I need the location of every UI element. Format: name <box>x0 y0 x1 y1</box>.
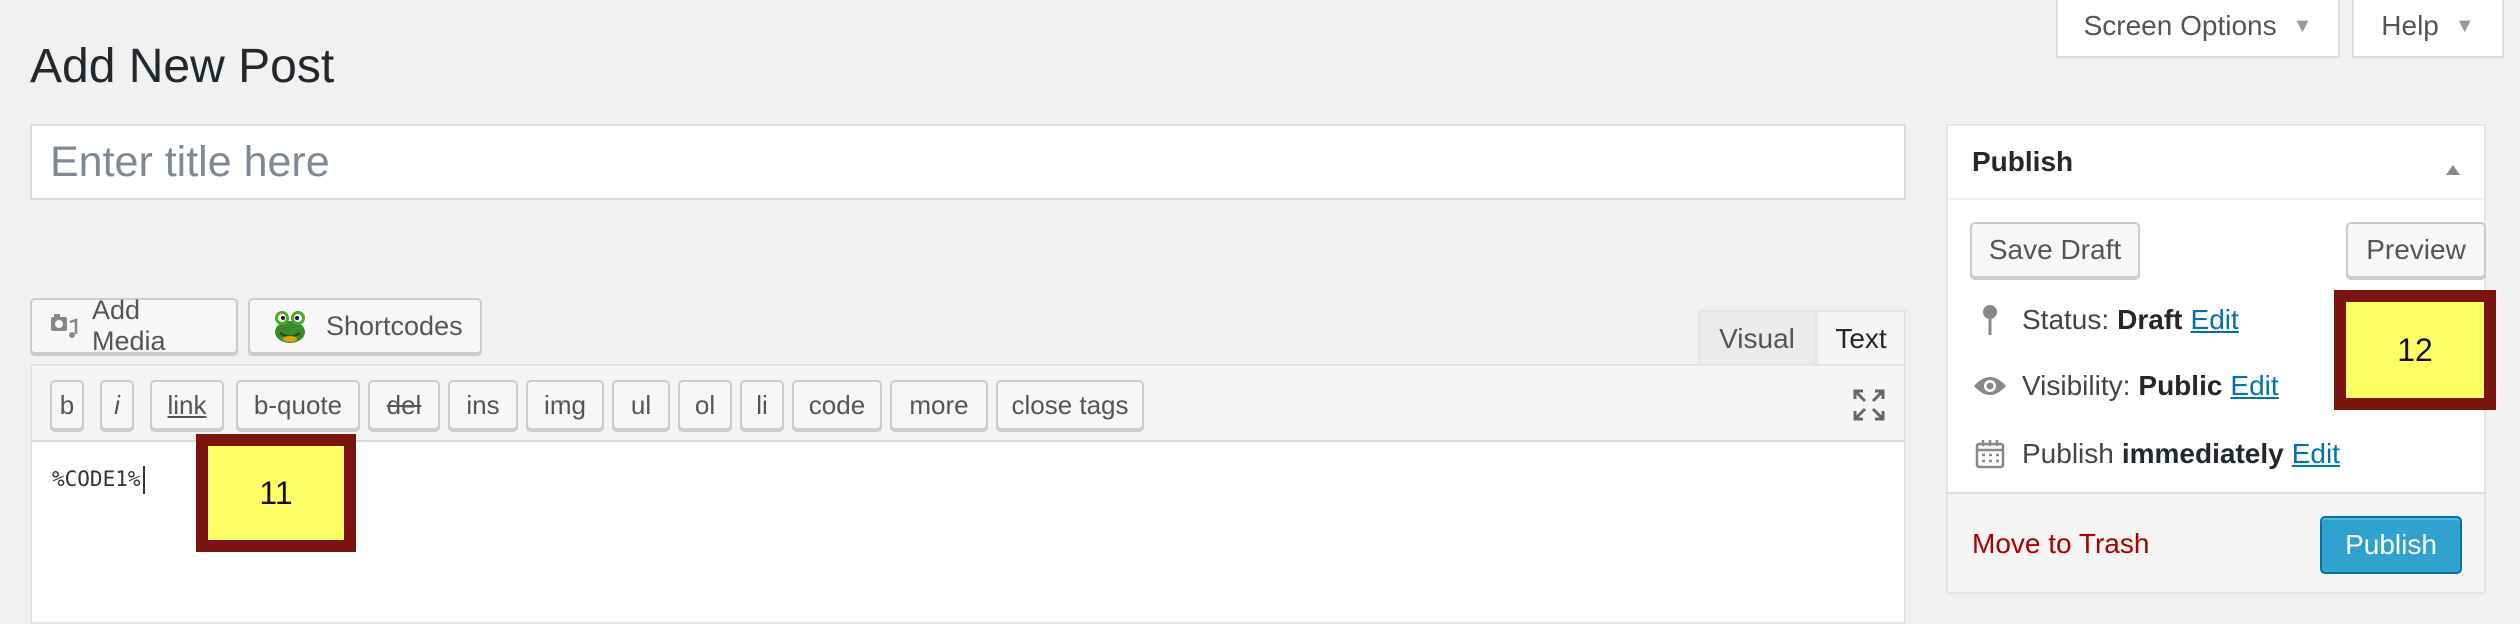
quicktag-del-button[interactable]: del <box>368 380 440 430</box>
quicktag-ol-button[interactable]: ol <box>678 380 732 430</box>
publish-box-header[interactable]: Publish <box>1948 126 2484 200</box>
post-title-input[interactable] <box>30 124 1906 200</box>
schedule-label: Publish <box>2022 438 2114 469</box>
quicktags-toolbar: b i link b-quote del ins img ul ol li co… <box>32 366 1904 442</box>
status-row: Status: Draft Edit <box>1970 300 2239 340</box>
status-value: Draft <box>2117 304 2183 335</box>
add-media-label: Add Media <box>92 295 166 356</box>
camera-music-icon <box>50 312 78 340</box>
help-tab[interactable]: Help ▼ <box>2352 0 2504 58</box>
editor-content-text: %CODE1% <box>52 467 141 491</box>
add-media-button[interactable]: Add Media <box>30 295 238 356</box>
text-caret <box>142 466 145 494</box>
move-to-trash-link[interactable]: Move to Trash <box>1972 528 2149 560</box>
preview-button[interactable]: Preview <box>2346 222 2486 278</box>
page-title: Add New Post <box>30 40 335 93</box>
triangle-down-icon: ▼ <box>2292 14 2313 37</box>
edit-status-link[interactable]: Edit <box>2191 304 2239 336</box>
tab-visual[interactable]: Visual <box>1698 310 1816 366</box>
quicktag-link-button[interactable]: link <box>150 380 224 430</box>
pin-icon <box>1970 303 2010 337</box>
publish-box-footer: Move to Trash Publish <box>1948 492 2484 592</box>
save-draft-button[interactable]: Save Draft <box>1970 222 2140 278</box>
triangle-up-icon[interactable] <box>2444 152 2462 184</box>
frog-icon <box>268 306 312 346</box>
quicktag-italic-button[interactable]: i <box>100 380 134 430</box>
tab-text[interactable]: Text <box>1816 310 1906 366</box>
quicktag-more-button[interactable]: more <box>890 380 988 430</box>
schedule-row: Publish immediately Edit <box>1970 434 2340 474</box>
annotation-marker-12: 12 <box>2334 290 2496 410</box>
help-label: Help <box>2381 10 2439 41</box>
edit-visibility-link[interactable]: Edit <box>2230 370 2278 402</box>
status-label: Status: <box>2022 304 2110 335</box>
annotation-marker-11: 11 <box>196 434 356 552</box>
publish-box-title: Publish <box>1972 146 2074 177</box>
shortcodes-label: Shortcodes <box>326 310 463 341</box>
quicktag-close-tags-button[interactable]: close tags <box>996 380 1144 430</box>
quicktag-li-button[interactable]: li <box>740 380 784 430</box>
shortcodes-button[interactable]: Shortcodes <box>248 298 482 354</box>
quicktag-bquote-button[interactable]: b-quote <box>236 380 360 430</box>
visibility-value: Public <box>2138 370 2223 401</box>
visibility-label: Visibility: <box>2022 370 2131 401</box>
quicktag-img-button[interactable]: img <box>526 380 604 430</box>
quicktag-ins-button[interactable]: ins <box>448 380 518 430</box>
calendar-icon <box>1970 438 2010 470</box>
screen-options-label: Screen Options <box>2083 10 2277 41</box>
publish-button[interactable]: Publish <box>2320 516 2462 574</box>
editor-content[interactable]: %CODE1% <box>52 466 145 494</box>
quicktag-ul-button[interactable]: ul <box>612 380 670 430</box>
triangle-down-icon: ▼ <box>2454 14 2475 37</box>
visibility-row: Visibility: Public Edit <box>1970 366 2279 406</box>
expand-arrows-icon[interactable] <box>1852 388 1886 427</box>
quicktag-bold-button[interactable]: b <box>50 380 84 430</box>
edit-schedule-link[interactable]: Edit <box>2292 438 2340 470</box>
eye-icon <box>1970 374 2010 398</box>
quicktag-code-button[interactable]: code <box>792 380 882 430</box>
schedule-value: immediately <box>2121 438 2284 469</box>
screen-options-tab[interactable]: Screen Options ▼ <box>2056 0 2340 58</box>
